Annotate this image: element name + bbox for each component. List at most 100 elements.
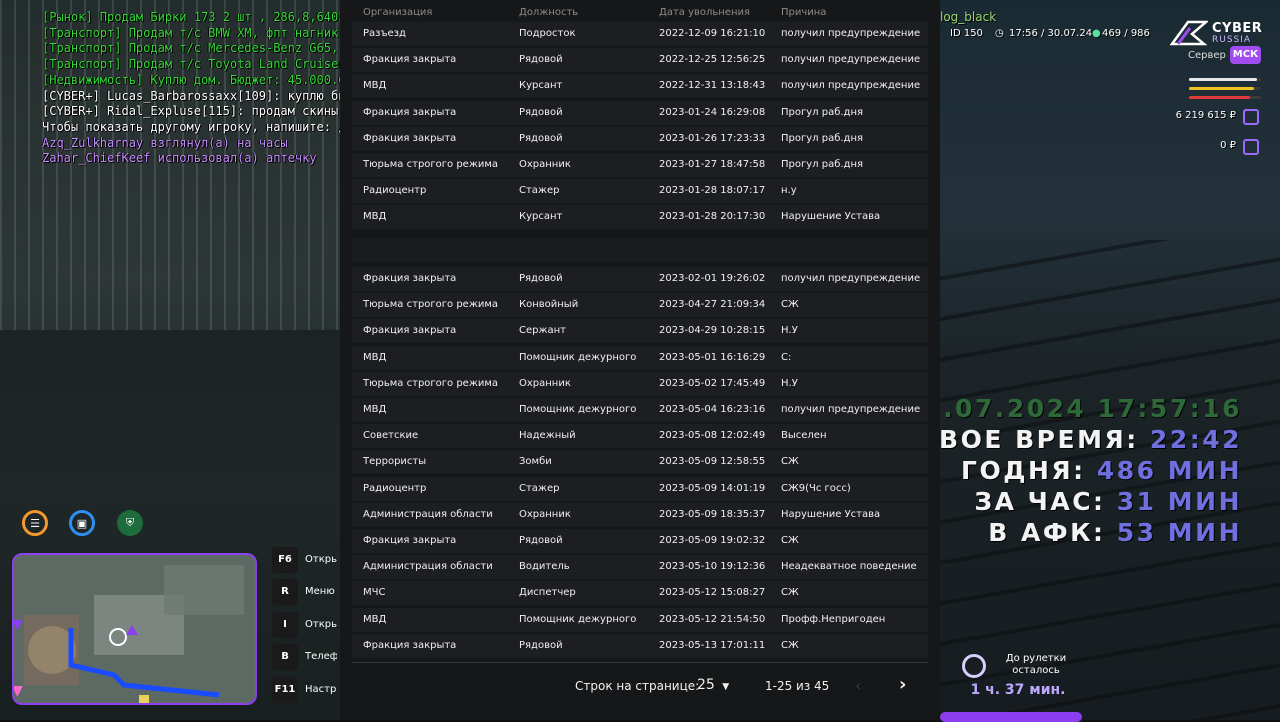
cell-date: 2022-12-09 16:21:10 xyxy=(659,28,766,39)
table-row: Администрация области Охранник 2023-05-09 … xyxy=(352,502,928,527)
server-label: Сервер xyxy=(1188,50,1226,61)
cell-organization: Советские xyxy=(363,430,419,442)
shield-icon: ⛨ xyxy=(125,516,135,529)
clock-icon: ◷ xyxy=(995,28,1004,39)
cell-date: 2022-12-31 13:18:43 xyxy=(659,80,766,92)
cell-reason: СЖ xyxy=(781,587,799,599)
cell-position: Помощник дежурного xyxy=(519,404,637,415)
cell-organization: Радиоцентр xyxy=(363,185,427,197)
cell-organization: МВД xyxy=(363,351,387,363)
table-row: МВД Помощник дежурного 2023-05-04 16:23:16… xyxy=(352,398,928,422)
cell-date: 2023-05-02 17:45:49 xyxy=(659,377,766,389)
table-row: Фракция закрыта Рядовой 2023-05-13 17:01:1… xyxy=(352,633,928,658)
wallet-icon xyxy=(1243,109,1259,125)
logo-text-top: CYBER xyxy=(1212,21,1263,36)
cell-organization: Разъезд xyxy=(363,28,406,39)
cell-date: 2023-01-27 18:47:58 xyxy=(659,159,766,170)
prev-page-icon[interactable]: ‹ xyxy=(855,676,861,695)
hotkey-badge: R xyxy=(272,579,298,606)
logo-text-bottom: RUSSIA xyxy=(1212,35,1252,45)
rows-per-page-select[interactable]: 25 ▼ xyxy=(697,677,729,693)
overlay-game-time: ВОЕ ВРЕМЯ: 22:42 xyxy=(939,425,1242,454)
cell-organization: Тюрьма строгого режима xyxy=(363,377,499,389)
cell-organization: Администрация области xyxy=(363,561,493,573)
cell-reason: Профф.Непригоден xyxy=(781,613,886,625)
cell-date: 2023-04-27 21:09:34 xyxy=(659,299,766,311)
waypoint-icon: ▼ xyxy=(12,683,23,699)
cell-date: 2023-01-28 18:07:17 xyxy=(659,185,766,197)
status-bar xyxy=(1189,87,1261,90)
hour-value: 31 МИН xyxy=(1116,487,1242,516)
roulette-timer[interactable]: До рулетки осталось 1 ч. 37 мин. xyxy=(958,650,1078,706)
header-organization: Организация xyxy=(363,7,433,18)
cash-amount: 6 219 615 ₽ xyxy=(1175,110,1236,121)
table-row: Радиоцентр Стажер 2023-01-28 18:07:17 н.у xyxy=(352,179,928,204)
status-bar-fill xyxy=(1189,96,1251,99)
cell-organization: Фракция закрыта xyxy=(363,273,457,284)
table-row: Разъезд Подросток 2022-12-09 16:21:10 получ… xyxy=(352,22,928,46)
cell-organization: Администрация области xyxy=(363,508,493,520)
cell-position: Стажер xyxy=(519,482,560,494)
hotkey-badge: I xyxy=(272,611,298,638)
cell-reason: СЖ xyxy=(781,535,799,546)
cell-date: 2023-04-29 10:28:15 xyxy=(659,325,766,337)
food-icon: ☰ xyxy=(30,516,40,530)
hotkey-label: Откры xyxy=(305,554,337,565)
table-row: Советские Надежный 2023-05-08 12:02:49 Высе… xyxy=(352,424,928,449)
cell-reason: получил предупреждение xyxy=(781,404,921,415)
table-row: Фракция закрыта Рядовой 2023-01-24 16:29:0… xyxy=(352,100,928,125)
hotkey-label: Меню xyxy=(305,586,335,598)
cyber-russia-logo: CYBER RUSSIA xyxy=(1168,20,1268,48)
card-icon xyxy=(1243,139,1259,155)
header-reason: Причина xyxy=(781,7,827,18)
cell-reason: СЖ xyxy=(781,456,799,468)
cell-reason: получил предупреждение xyxy=(781,273,921,284)
cell-reason: Прогул раб.дня xyxy=(781,159,864,170)
cup-icon: ▣ xyxy=(76,516,88,530)
cell-organization: Фракция закрыта xyxy=(363,535,457,546)
cell-reason: получил предупреждение xyxy=(781,28,921,39)
table-row: Террористы Зомби 2023-05-09 12:58:55 СЖ xyxy=(352,450,928,475)
armor-indicator: ⛨ xyxy=(117,510,143,536)
cell-reason: получил предупреждение xyxy=(781,54,921,66)
cell-reason: Прогул раб.дня xyxy=(781,106,864,118)
chat-line: [Транспорт] Продам т/с Mercedes-Benz G65… xyxy=(42,41,342,56)
cell-date: 2023-05-01 16:16:29 xyxy=(659,351,766,363)
chevron-down-icon: ▼ xyxy=(722,682,730,692)
cell-organization: МЧС xyxy=(363,587,386,599)
overlay-hour: ЗА ЧАС: 31 МИН xyxy=(974,487,1242,516)
table-row: Фракция закрыта Рядовой 2023-02-01 19:26:0… xyxy=(352,267,928,291)
cell-position: Охранник xyxy=(519,159,571,170)
cell-position: Помощник дежурного xyxy=(519,613,637,625)
cell-position: Подросток xyxy=(519,28,576,39)
cell-position: Рядовой xyxy=(519,106,563,118)
cell-date: 2023-05-13 17:01:11 xyxy=(659,639,766,651)
waypoint-icon: ▼ xyxy=(12,617,23,633)
table-row: Фракция закрыта Рядовой 2022-12-25 12:56:2… xyxy=(352,48,928,73)
cell-reason: Неадекватное поведение xyxy=(781,561,917,573)
cell-reason: получил предупреждение xyxy=(781,80,921,92)
status-bar-fill xyxy=(1189,78,1258,81)
cell-reason: Прогул раб.дня xyxy=(781,132,864,144)
cell-date: 2023-05-09 14:01:19 xyxy=(659,482,766,494)
cell-organization: МВД xyxy=(363,80,387,92)
table-row: Тюрьма строгого режима Конвойный 2023-04-2… xyxy=(352,293,928,318)
cell-date: 2023-05-08 12:02:49 xyxy=(659,430,766,442)
table-row: Фракция закрыта Рядовой 2023-05-09 19:02:3… xyxy=(352,529,928,553)
page-range: 1-25 из 45 xyxy=(765,679,830,693)
cell-date: 2023-05-09 18:35:37 xyxy=(659,508,766,520)
next-page-icon[interactable]: › xyxy=(899,674,906,695)
cell-organization: МВД xyxy=(363,404,387,415)
cell-organization: Фракция закрыта xyxy=(363,106,457,118)
minimap[interactable]: ▼ ▼ xyxy=(12,553,257,705)
today-value: 486 МИН xyxy=(1096,456,1242,485)
cell-date: 2023-05-10 19:12:36 xyxy=(659,561,766,573)
bank-amount: 0 ₽ xyxy=(1220,140,1236,151)
chat-line: [CYBER+] Ridal_Expluse[115]: продам скин… xyxy=(42,104,342,119)
roulette-button[interactable] xyxy=(940,712,1082,722)
cell-date: 2023-05-09 12:58:55 xyxy=(659,456,766,468)
table-row: МЧС Диспетчер 2023-05-12 15:08:27 СЖ xyxy=(352,581,928,606)
cell-reason: Н.У xyxy=(781,325,798,337)
empty-row xyxy=(352,237,928,262)
cell-position: Рядовой xyxy=(519,132,563,144)
